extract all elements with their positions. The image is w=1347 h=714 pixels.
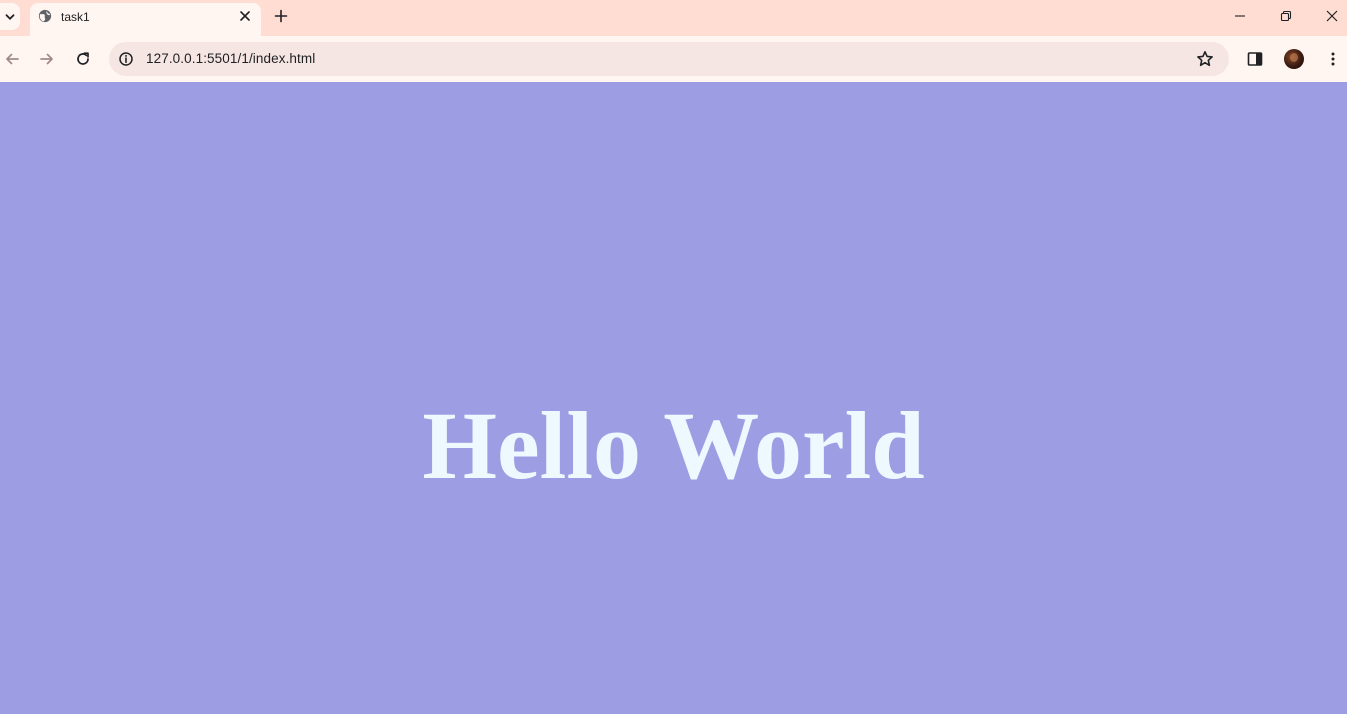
star-icon[interactable]	[1196, 50, 1214, 68]
back-button[interactable]	[1, 48, 23, 70]
profile-avatar[interactable]	[1284, 49, 1304, 69]
forward-button[interactable]	[36, 48, 58, 70]
plus-icon	[274, 9, 288, 23]
url-text[interactable]: 127.0.0.1:5501/1/index.html	[146, 51, 315, 66]
close-icon	[240, 11, 250, 21]
side-panel-icon	[1247, 52, 1263, 66]
kebab-menu-icon	[1331, 52, 1335, 66]
page-heading: Hello World	[422, 392, 925, 499]
chevron-down-icon	[5, 13, 15, 20]
info-icon[interactable]	[119, 52, 133, 66]
tab-title: task1	[61, 10, 90, 24]
restore-icon	[1280, 10, 1292, 22]
restore-button[interactable]	[1276, 6, 1296, 26]
tab-strip: task1	[0, 0, 1347, 36]
back-arrow-icon	[6, 53, 19, 65]
menu-button[interactable]	[1322, 48, 1344, 70]
window-close-button[interactable]	[1322, 6, 1342, 26]
forward-arrow-icon	[40, 53, 53, 65]
tab-search-button[interactable]	[0, 3, 20, 30]
reload-icon	[77, 52, 89, 65]
globe-icon	[38, 9, 52, 23]
tab-task1[interactable]: task1	[30, 3, 261, 36]
reload-button[interactable]	[72, 48, 94, 70]
browser-toolbar: 127.0.0.1:5501/1/index.html	[0, 36, 1347, 82]
minimize-icon	[1235, 15, 1245, 17]
close-icon	[1326, 10, 1338, 22]
minimize-button[interactable]	[1230, 6, 1250, 26]
page-content: Hello World	[0, 82, 1347, 714]
new-tab-button[interactable]	[272, 7, 290, 25]
tab-close-button[interactable]	[238, 9, 252, 23]
address-bar[interactable]: 127.0.0.1:5501/1/index.html	[109, 42, 1229, 76]
side-panel-button[interactable]	[1244, 48, 1266, 70]
